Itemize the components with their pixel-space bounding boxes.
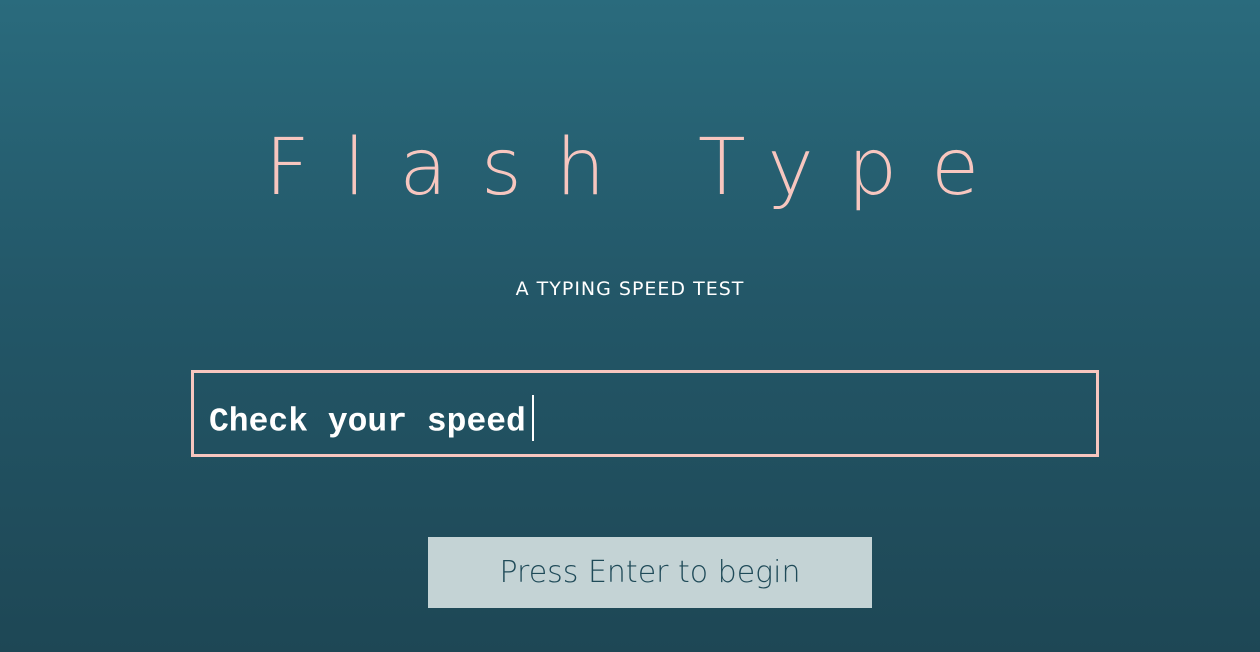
typing-input[interactable]: Check your speed [191,370,1099,457]
start-button[interactable]: Press Enter to begin [428,537,872,608]
app-subtitle: A TYPING SPEED TEST [515,278,745,300]
text-cursor [531,395,534,441]
typing-input-text-wrap: Check your speed [209,395,534,445]
typing-input-value: Check your speed [209,403,526,441]
app-title: Flash Type [264,123,1014,213]
